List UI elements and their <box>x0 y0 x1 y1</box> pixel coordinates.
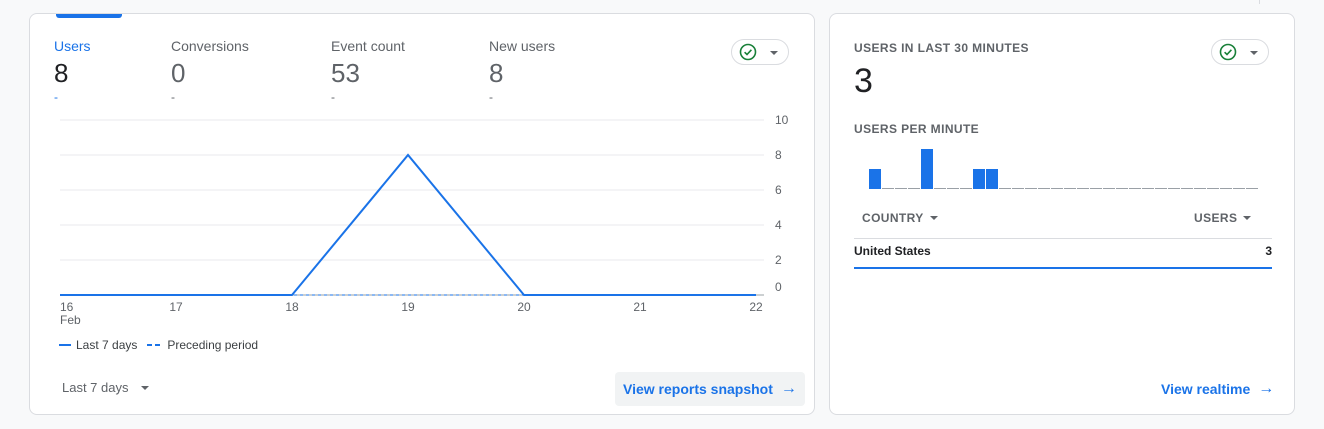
x-tick-label: 17 <box>169 300 183 314</box>
check-circle-icon <box>1219 43 1237 61</box>
minute-bar <box>869 169 881 189</box>
table-divider <box>854 238 1272 239</box>
table-row[interactable]: United States 3 <box>854 244 1272 258</box>
x-tick-label: 16 <box>60 300 74 314</box>
date-range-label: Last 7 days <box>62 380 129 395</box>
caret-down-icon <box>929 216 938 220</box>
country-cell: United States <box>854 244 931 258</box>
dashed-line-swatch <box>147 344 162 346</box>
legend-item-current: Last 7 days <box>59 338 137 352</box>
arrow-right-icon: → <box>1258 380 1275 397</box>
x-tick-label: 20 <box>517 300 531 314</box>
realtime-status-button[interactable] <box>1211 39 1269 65</box>
country-column-header[interactable]: COUNTRY <box>862 211 938 225</box>
chart-legend: Last 7 days Preceding period <box>59 338 268 352</box>
x-tick-label: 18 <box>285 300 299 314</box>
minute-bar <box>986 169 998 189</box>
overview-card: Users 8 - Conversions 0 - Event count 53… <box>29 13 815 415</box>
y-tick-label: 6 <box>775 183 782 197</box>
minute-bar <box>921 149 933 189</box>
realtime-user-count: 3 <box>854 62 873 100</box>
date-range-dropdown[interactable]: Last 7 days <box>62 380 149 395</box>
y-tick-label: 4 <box>775 218 782 232</box>
users-column-header[interactable]: USERS <box>1194 211 1252 225</box>
x-tick-label: 21 <box>633 300 647 314</box>
solid-line-swatch <box>59 344 71 346</box>
caret-down-icon <box>1250 51 1258 55</box>
caret-down-icon <box>1243 216 1252 220</box>
users-per-minute-title: USERS PER MINUTE <box>854 122 980 136</box>
view-reports-snapshot-button[interactable]: View reports snapshot → <box>615 372 805 406</box>
minute-bar <box>973 169 985 189</box>
snapshot-link-label: View reports snapshot <box>623 381 773 397</box>
y-tick-label: 2 <box>775 253 782 267</box>
legend-label: Last 7 days <box>76 338 138 352</box>
legend-item-previous: Preceding period <box>147 338 258 352</box>
view-realtime-button[interactable]: View realtime → <box>1161 380 1274 398</box>
column-label: COUNTRY <box>862 211 924 225</box>
x-tick-label: 22 <box>749 300 763 314</box>
y-tick-label: 8 <box>775 148 782 162</box>
row-share-bar <box>854 267 1272 269</box>
column-label: USERS <box>1194 211 1238 225</box>
users-cell: 3 <box>1265 244 1272 258</box>
y-tick-label: 10 <box>775 113 789 127</box>
x-tick-label: 19 <box>401 300 415 314</box>
users-line-chart: 0 2 4 6 8 10 16 17 18 19 20 21 22 Feb <box>60 113 789 327</box>
x-month-label: Feb <box>60 313 81 327</box>
realtime-card: USERS IN LAST 30 MINUTES 3 USERS PER MIN… <box>829 13 1295 415</box>
caret-down-icon <box>140 385 149 390</box>
users-per-minute-chart <box>869 149 1258 189</box>
legend-label: Preceding period <box>167 338 259 352</box>
realtime-link-label: View realtime <box>1161 381 1251 397</box>
arrow-right-icon: → <box>780 380 797 397</box>
y-tick-label: 0 <box>775 280 782 294</box>
scroll-edge-mark <box>1259 0 1260 4</box>
realtime-title: USERS IN LAST 30 MINUTES <box>854 41 1029 55</box>
